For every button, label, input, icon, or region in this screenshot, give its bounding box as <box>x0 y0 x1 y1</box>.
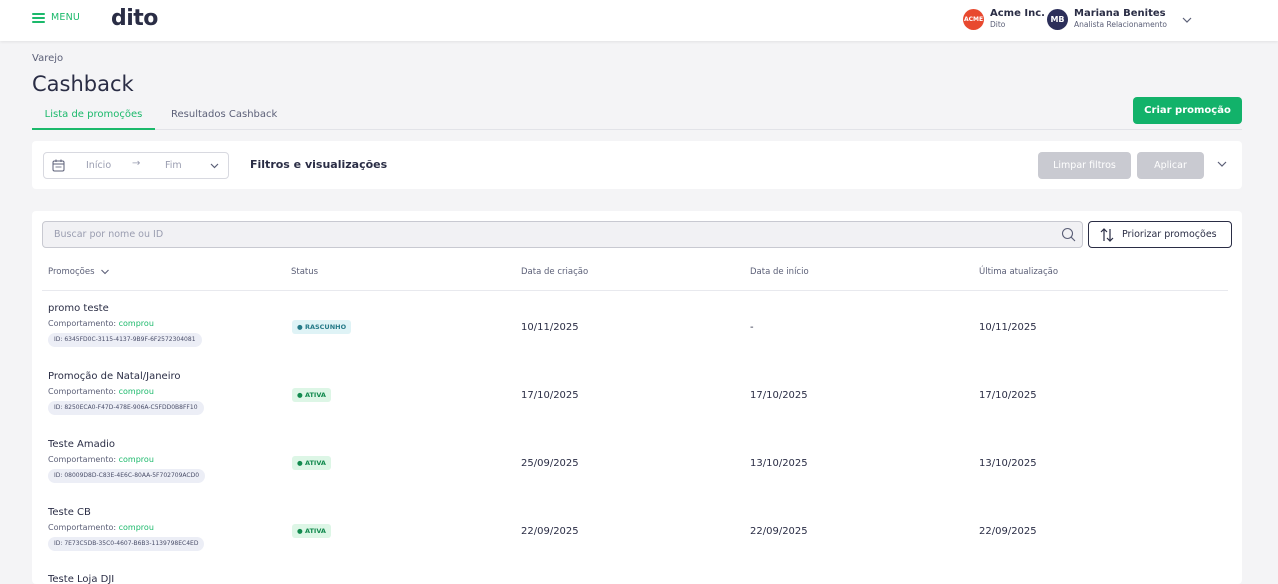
promotion-name[interactable]: Teste Amadio <box>48 439 115 450</box>
user-menu[interactable]: MB Mariana Benites Analista Relacionamen… <box>1047 8 1167 30</box>
start-date: 22/09/2025 <box>750 526 808 537</box>
table-row[interactable]: Teste CB Comportamento: comprou ID: 7E73… <box>32 507 1242 575</box>
breadcrumb[interactable]: Varejo <box>32 53 63 64</box>
status-badge: ● RASCUNHO <box>292 320 352 334</box>
updated-date: 22/09/2025 <box>979 526 1037 537</box>
search-placeholder: Buscar por nome ou ID <box>54 229 164 240</box>
page-title: Cashback <box>32 72 134 96</box>
updated-date: 13/10/2025 <box>979 458 1037 469</box>
promotion-behavior: Comportamento: comprou <box>48 523 154 532</box>
date-range-picker[interactable]: Início → Fim <box>43 152 229 179</box>
chevron-down-icon[interactable] <box>100 267 110 277</box>
chevron-down-icon[interactable] <box>1216 158 1228 170</box>
promotions-table-card: Buscar por nome ou ID Priorizar promoçõe… <box>32 211 1242 584</box>
create-promotion-button[interactable]: Criar promoção <box>1133 97 1242 124</box>
sort-arrows-icon <box>1100 228 1114 242</box>
user-name: Mariana Benites <box>1074 8 1166 19</box>
promotion-behavior: Comportamento: comprou <box>48 455 154 464</box>
date-start-field[interactable]: Início <box>86 160 111 171</box>
search-icon[interactable] <box>1061 227 1076 242</box>
table-row[interactable]: Teste Amadio Comportamento: comprou ID: … <box>32 439 1242 507</box>
apply-button[interactable]: Aplicar <box>1137 152 1204 179</box>
column-header-start: Data de início <box>750 267 809 277</box>
filter-panel: Início → Fim Filtros e visualizações Lim… <box>32 141 1242 189</box>
created-date: 10/11/2025 <box>521 322 579 333</box>
promotion-behavior: Comportamento: comprou <box>48 387 154 396</box>
dito-logo[interactable]: dito <box>111 6 158 31</box>
created-date: 25/09/2025 <box>521 458 579 469</box>
status-badge: ● ATIVA <box>292 388 331 402</box>
date-end-field[interactable]: Fim <box>165 160 182 171</box>
column-header-promotions[interactable]: Promoções <box>48 267 95 277</box>
avatar: MB <box>1047 8 1068 30</box>
promotion-id-chip: ID: 08009D8D-C83E-4E6C-80AA-5F702709ACD0 <box>48 469 206 483</box>
start-date: 13/10/2025 <box>750 458 808 469</box>
search-input[interactable]: Buscar por nome ou ID <box>42 221 1083 248</box>
filters-title: Filtros e visualizações <box>250 158 388 171</box>
column-header-updated: Última atualização <box>979 267 1059 277</box>
menu-label: MENU <box>51 12 81 23</box>
column-header-created: Data de criação <box>521 267 589 277</box>
account-sub: Dito <box>990 20 1006 29</box>
menu-button[interactable]: MENU <box>32 12 80 23</box>
start-date: 17/10/2025 <box>750 390 808 401</box>
hamburger-icon <box>32 12 45 23</box>
acme-logo: ACME <box>963 8 984 30</box>
user-role: Analista Relacionamento <box>1074 20 1167 29</box>
promotion-name[interactable]: promo teste <box>48 303 109 314</box>
updated-date: 10/11/2025 <box>979 322 1037 333</box>
created-date: 22/09/2025 <box>521 526 579 537</box>
start-date: - <box>750 322 754 333</box>
tab-cashback-results[interactable]: Resultados Cashback <box>171 109 277 130</box>
promotion-id-chip: ID: 7E73C5DB-35C0-4607-B6B3-1139798EC4ED <box>48 537 205 551</box>
tab-bar: Lista de promoções Resultados Cashback <box>32 105 1242 130</box>
chevron-down-icon[interactable] <box>1181 14 1193 26</box>
arrow-right-icon: → <box>132 158 141 169</box>
divider <box>42 290 1228 291</box>
table-row[interactable]: promo teste Comportamento: comprou ID: 6… <box>32 303 1242 371</box>
prioritize-label: Priorizar promoções <box>1122 229 1217 240</box>
chevron-down-icon <box>210 163 219 169</box>
column-header-status: Status <box>291 267 319 277</box>
promotion-name[interactable]: Promoção de Natal/Janeiro <box>48 371 181 382</box>
prioritize-promotions-button[interactable]: Priorizar promoções <box>1088 221 1232 248</box>
account-name: Acme Inc. <box>990 8 1045 19</box>
created-date: 17/10/2025 <box>521 390 579 401</box>
calendar-icon <box>52 159 65 172</box>
top-bar: MENU dito ACME Acme Inc. Dito MB Mariana… <box>0 0 1278 41</box>
promotion-name[interactable]: Teste CB <box>48 507 91 518</box>
promotion-name[interactable]: Teste Loja DJI <box>48 574 114 584</box>
account-switcher[interactable]: ACME Acme Inc. Dito <box>963 8 1045 30</box>
promotion-id-chip: ID: 6345FD0C-3115-4137-9B9F-6F2572304081 <box>48 333 202 347</box>
status-badge: ● ATIVA <box>292 456 331 470</box>
table-row[interactable]: Teste Loja DJI <box>32 574 1242 584</box>
updated-date: 17/10/2025 <box>979 390 1037 401</box>
tab-promotion-list[interactable]: Lista de promoções <box>32 109 155 130</box>
table-row[interactable]: Promoção de Natal/Janeiro Comportamento:… <box>32 371 1242 439</box>
promotion-behavior: Comportamento: comprou <box>48 319 154 328</box>
promotion-id-chip: ID: 8250ECA0-F47D-478E-906A-C5FDD0B8FF10 <box>48 401 204 415</box>
clear-filters-button[interactable]: Limpar filtros <box>1038 152 1131 179</box>
status-badge: ● ATIVA <box>292 524 331 538</box>
